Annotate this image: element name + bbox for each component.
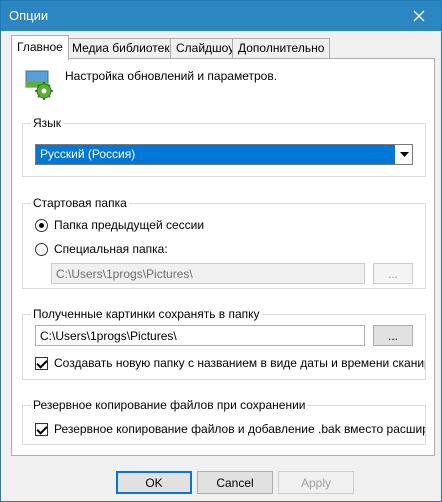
backup-checkbox-label: Резервное копирование файлов и добавлени… (54, 422, 425, 436)
special-folder-browse-button[interactable]: ... (373, 263, 413, 284)
ok-button[interactable]: OK (116, 471, 192, 494)
save-folder-legend: Полученные картинки сохранять в папку (31, 307, 262, 321)
tab-slideshow[interactable]: Слайдшоу (170, 38, 241, 58)
tab-media-library-label: Медиа библиотека (72, 41, 177, 55)
apply-button[interactable]: Apply (278, 471, 354, 494)
language-legend: Язык (31, 116, 64, 130)
title-bar[interactable]: Опции (1, 1, 441, 31)
save-folder-browse-button[interactable]: ... (373, 325, 413, 346)
backup-checkbox-row[interactable]: Резервное копирование файлов и добавлени… (35, 422, 425, 436)
tab-advanced-label: Дополнительно (238, 41, 325, 55)
backup-checkbox[interactable] (35, 422, 48, 436)
special-folder-path-field[interactable]: C:\Users\1progs\Pictures\ (51, 263, 365, 284)
save-folder-group: Полученные картинки сохранять в папку C:… (22, 307, 426, 380)
language-group: Язык Русский (Россия) (22, 116, 426, 177)
header-description: Настройка обновлений и параметров. (65, 69, 278, 83)
start-folder-legend: Стартовая папка (31, 196, 129, 210)
backup-group: Резервное копирование файлов при сохране… (22, 398, 426, 445)
options-dialog: Опции Главное Медиа библиотека Слайдшоу … (0, 0, 442, 502)
language-select[interactable]: Русский (Россия) (35, 144, 413, 165)
close-icon (413, 10, 425, 22)
tab-main-label: Главное (17, 40, 63, 54)
radio-previous-session[interactable]: Папка предыдущей сессии (35, 218, 204, 232)
language-selected-value: Русский (Россия) (40, 147, 136, 161)
window-title: Опции (9, 8, 49, 23)
radio-special-folder-control[interactable] (35, 242, 48, 256)
radio-previous-session-control[interactable] (35, 218, 48, 232)
dropdown-arrow-button[interactable] (395, 145, 412, 164)
close-button[interactable] (397, 1, 441, 31)
radio-special-folder[interactable]: Специальная папка: (35, 242, 168, 256)
start-folder-group: Стартовая папка Папка предыдущей сессии … (22, 196, 426, 289)
subfolder-datetime-checkbox-row[interactable]: Создавать новую папку с названием в виде… (35, 356, 425, 370)
subfolder-datetime-checkbox[interactable] (35, 356, 48, 370)
radio-previous-session-label: Папка предыдущей сессии (54, 218, 205, 232)
tab-main[interactable]: Главное (11, 35, 69, 60)
tab-media-library[interactable]: Медиа библиотека (66, 38, 183, 58)
save-folder-path-field[interactable]: C:\Users\1progs\Pictures\ (35, 325, 365, 346)
tab-strip: Главное Медиа библиотека Слайдшоу Дополн… (11, 35, 435, 60)
backup-legend: Резервное копирование файлов при сохране… (31, 398, 308, 412)
tab-advanced[interactable]: Дополнительно (232, 38, 331, 58)
chevron-down-icon (399, 152, 409, 157)
tab-panel-main: Настройка обновлений и параметров. Язык … (11, 58, 435, 456)
radio-special-folder-label: Специальная папка: (54, 242, 168, 256)
subfolder-datetime-label: Создавать новую папку с названием в виде… (54, 356, 425, 370)
cancel-button[interactable]: Cancel (197, 471, 273, 494)
settings-update-icon (25, 70, 53, 100)
tab-slideshow-label: Слайдшоу (176, 41, 235, 55)
